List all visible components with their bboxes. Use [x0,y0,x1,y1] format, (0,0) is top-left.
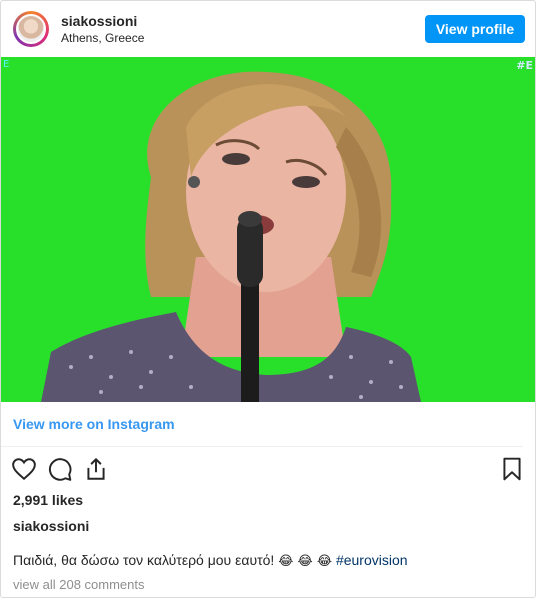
post-media[interactable]: E #E [1,57,535,402]
username[interactable]: siakossioni [61,13,425,30]
in-ear-monitor [188,176,200,188]
view-all-comments-link[interactable]: view all 208 comments [1,575,535,595]
view-profile-button[interactable]: View profile [425,15,525,43]
left-eye [222,153,250,165]
action-bar [1,449,535,489]
post-photo [1,57,535,402]
likes-count[interactable]: 2,991 likes [1,489,535,515]
avatar-image [16,14,46,44]
avatar[interactable] [13,11,49,47]
post-header: siakossioni Athens, Greece View profile [1,1,535,57]
right-eye [292,176,320,188]
hashtag-link[interactable]: #eurovision [336,552,408,568]
tv-hashtag-right: #E [516,59,533,72]
mic-head [238,211,262,227]
tv-logo-left: E [3,59,10,70]
mic-stand [241,272,259,402]
heart-icon[interactable] [11,456,37,482]
caption-emojis: 😂 😂 😂 [278,554,333,569]
caption-text: Παιδιά, θα δώσω τον καλύτερό μου εαυτό! [13,552,279,568]
comment-icon[interactable] [47,456,73,482]
share-icon[interactable] [83,456,109,482]
instagram-embed-card: siakossioni Athens, Greece View profile [0,0,536,598]
post-owner-username[interactable]: siakossioni [1,515,535,549]
user-info: siakossioni Athens, Greece [61,13,425,46]
location[interactable]: Athens, Greece [61,30,425,46]
microphone [237,217,263,287]
bookmark-icon[interactable] [499,456,525,482]
post-caption: Παιδιά, θα δώσω τον καλύτερό μου εαυτό! … [1,549,535,575]
view-more-link[interactable]: View more on Instagram [1,402,523,447]
